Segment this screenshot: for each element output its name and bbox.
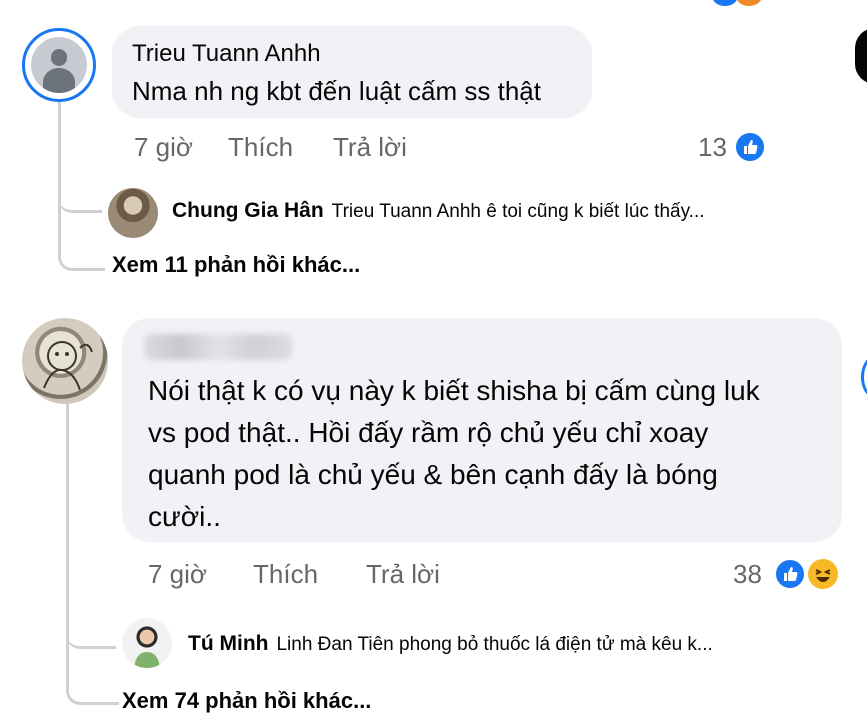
comment-text: Nma nh ng kbt đến luật cấm ss thật bbox=[132, 76, 541, 106]
avatar[interactable] bbox=[108, 188, 158, 238]
like-icon bbox=[774, 558, 806, 590]
comment-text-line: Nói thật k có vụ này k biết shisha bị cấ… bbox=[148, 375, 760, 406]
comment-author[interactable]: Trieu Tuann Anhh bbox=[132, 40, 321, 68]
comment-bubble: Nói thật k có vụ này k biết shisha bị cấ… bbox=[122, 318, 842, 542]
haha-icon bbox=[806, 557, 840, 591]
more-connector-2 bbox=[66, 676, 119, 705]
reply-author[interactable]: Chung Gia Hân bbox=[172, 199, 324, 222]
reply-author[interactable]: Tú Minh bbox=[188, 632, 268, 655]
comment-text-line: vs pod thật.. Hồi đấy rầm rộ chủ yếu chỉ… bbox=[148, 417, 709, 448]
comment-text: Nói thật k có vụ này k biết shisha bị cấ… bbox=[148, 370, 760, 538]
reaction-count[interactable]: 13 bbox=[698, 132, 727, 163]
comment-bubble: Trieu Tuann Anhh Nma nh ng kbt đến luật … bbox=[112, 26, 592, 118]
avatar[interactable] bbox=[22, 28, 96, 102]
reply-row[interactable]: Tú Minh Linh Đan Tiên phong bỏ thuốc lá đ… bbox=[188, 632, 713, 656]
person-photo-icon bbox=[134, 652, 160, 668]
more-connector-1 bbox=[58, 240, 105, 271]
sketch-drawing-icon bbox=[43, 341, 93, 391]
reply-connector-1 bbox=[58, 180, 102, 213]
reply-text: Trieu Tuann Anhh ê toi cũng k biết lúc t… bbox=[331, 201, 705, 222]
view-more-replies[interactable]: Xem 11 phản hồi khác... bbox=[112, 252, 360, 278]
thread-line-1 bbox=[58, 100, 61, 248]
reply-connector-2 bbox=[66, 620, 116, 649]
view-more-replies[interactable]: Xem 74 phản hồi khác... bbox=[122, 688, 371, 714]
like-button[interactable]: Thích bbox=[253, 559, 318, 590]
reply-button[interactable]: Trả lời bbox=[366, 559, 440, 590]
partial-side-element bbox=[855, 28, 867, 84]
thread-line-2 bbox=[66, 400, 69, 690]
partial-reaction-icon bbox=[712, 0, 738, 6]
like-button[interactable]: Thích bbox=[228, 132, 293, 163]
default-user-icon bbox=[31, 37, 87, 93]
comment-author-redacted bbox=[144, 334, 292, 360]
reaction-count[interactable]: 38 bbox=[733, 559, 762, 590]
reply-text: Linh Đan Tiên phong bỏ thuốc lá điện tử … bbox=[276, 634, 713, 655]
comment-time[interactable]: 7 giờ bbox=[148, 559, 207, 590]
avatar[interactable] bbox=[22, 318, 108, 404]
partial-reaction-icon bbox=[736, 0, 762, 6]
comment-text-line: quanh pod là chủ yếu & bên cạnh đấy là b… bbox=[148, 459, 718, 490]
avatar[interactable] bbox=[122, 618, 172, 668]
reply-button[interactable]: Trả lời bbox=[333, 132, 407, 163]
comment-text-line: cười.. bbox=[148, 501, 221, 532]
like-icon bbox=[734, 131, 766, 163]
comment-time[interactable]: 7 giờ bbox=[134, 132, 193, 163]
partial-side-element bbox=[861, 357, 867, 397]
reply-row[interactable]: Chung Gia Hân Trieu Tuann Anhh ê toi cũng… bbox=[172, 199, 705, 223]
